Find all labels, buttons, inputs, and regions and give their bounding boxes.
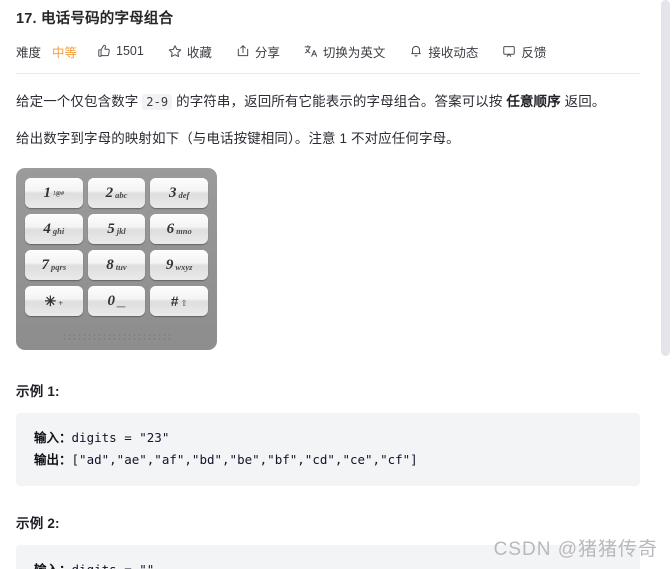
example-1-code-block: 输入：digits = "23" 输出：["ad","ae","af","bd"… <box>16 413 640 486</box>
example-1-input-value: digits = "23" <box>71 430 170 445</box>
key-digit: 2 <box>105 184 114 201</box>
translate-label: 切换为英文 <box>322 45 386 60</box>
key-letters: def <box>178 189 190 200</box>
feedback-button[interactable]: 反馈 <box>502 42 546 61</box>
subscribe-label: 接收动态 <box>428 45 479 60</box>
key-letters: ghi <box>52 225 65 236</box>
key-letters: wxyz <box>175 261 193 272</box>
favorite-label: 收藏 <box>186 45 212 60</box>
desc-p1-mid: 的字符串，返回所有它能表示的字母组合。答案可以按 <box>172 94 507 109</box>
feedback-icon <box>502 44 516 58</box>
keypad-key-0: 0 ＿ <box>87 286 146 316</box>
favorite-button[interactable]: 收藏 <box>168 42 212 61</box>
keypad-key-7: 7 pqrs <box>25 250 83 280</box>
example-1-input-label: 输入： <box>34 431 72 445</box>
keypad-key-9: 9 wxyz <box>150 250 208 280</box>
key-digit: 4 <box>43 220 51 237</box>
share-label: 分享 <box>254 45 280 60</box>
keypad-key-6: 6 mno <box>150 214 208 244</box>
keypad-key-1: 1 !@# <box>25 178 83 208</box>
desc-p1-after: 返回。 <box>560 94 606 109</box>
key-letters: mno <box>176 225 192 236</box>
key-digit: 0 <box>107 292 115 309</box>
difficulty-value: 中等 <box>52 45 78 60</box>
example-2-input-label: 输入： <box>34 563 72 569</box>
vertical-scrollbar-thumb[interactable] <box>661 0 670 356</box>
csdn-watermark: CSDN @猪猪传奇 <box>493 539 658 560</box>
translate-icon <box>304 44 318 58</box>
bell-icon <box>409 44 423 58</box>
like-button[interactable]: 1501 <box>97 44 144 58</box>
key-digit: 3 <box>168 184 177 201</box>
desc-p1-before: 给定一个仅包含数字 <box>16 94 143 109</box>
keypad-illustration: 1 !@# 2 abc 3 def 4 ghi 5 jkl 6 mno 7 pq… <box>16 168 640 350</box>
example-2-title: 示例 2: <box>16 516 60 531</box>
key-digit: 5 <box>107 220 115 237</box>
keypad-key-8: 8 tuv <box>87 250 146 280</box>
key-letters: abc <box>115 189 128 200</box>
subscribe-button[interactable]: 接收动态 <box>409 42 478 61</box>
problem-meta-toolbar: 难度 中等 1501 收藏 分享 切换为英文 接收动态 反馈 <box>16 37 640 65</box>
star-icon <box>168 44 182 58</box>
keypad-key-5: 5 jkl <box>87 214 146 244</box>
example-1-output-label: 输出： <box>34 453 72 467</box>
desc-p1-emphasis: 任意顺序 <box>506 94 561 109</box>
problem-page: 17. 电话号码的字母组合 难度 中等 1501 收藏 分享 切换为英文 接收动… <box>0 0 672 569</box>
key-digit: 9 <box>165 256 174 273</box>
difficulty-badge: 难度 中等 <box>16 42 77 61</box>
phone-keypad: 1 !@# 2 abc 3 def 4 ghi 5 jkl 6 mno 7 pq… <box>16 168 217 350</box>
keypad-key-4: 4 ghi <box>25 214 83 244</box>
keypad-key-2: 2 abc <box>87 178 146 208</box>
key-digit: ✳ <box>44 293 57 309</box>
description-paragraph-2: 给出数字到字母的映射如下（与电话按键相同）。注意 1 不对应任何字母。 <box>16 131 460 146</box>
key-letters: + <box>58 297 64 308</box>
keypad-key-3: 3 def <box>150 178 208 208</box>
key-letters: ＿ <box>116 297 126 308</box>
like-count: 1501 <box>116 44 144 58</box>
difficulty-label: 难度 <box>16 45 42 60</box>
key-digit: 6 <box>166 220 175 237</box>
key-letters: tuv <box>115 261 127 272</box>
key-digit: 8 <box>106 256 114 273</box>
problem-content: 17. 电话号码的字母组合 难度 中等 1501 收藏 分享 切换为英文 接收动… <box>0 0 656 569</box>
key-letters: ⇧ <box>180 297 188 308</box>
thumbs-up-icon <box>97 44 111 58</box>
share-icon <box>236 44 250 58</box>
key-digit: 1 <box>43 184 51 201</box>
vertical-scrollbar-track[interactable] <box>657 0 672 569</box>
key-digit: 7 <box>41 256 50 273</box>
keypad-grid: 1 !@# 2 abc 3 def 4 ghi 5 jkl 6 mno 7 pq… <box>25 178 208 316</box>
translate-button[interactable]: 切换为英文 <box>304 42 386 61</box>
key-digit: # <box>170 293 179 309</box>
keypad-key-star: ✳ + <box>25 286 83 316</box>
feedback-label: 反馈 <box>521 45 547 60</box>
key-letters: !@# <box>52 189 65 197</box>
example-2-input-value: digits = "" <box>72 562 155 569</box>
share-button[interactable]: 分享 <box>236 42 280 61</box>
description-paragraph-1: 给定一个仅包含数字 2-9 的字符串，返回所有它能表示的字母组合。答案可以按 任… <box>16 91 640 113</box>
key-letters: pqrs <box>51 261 67 272</box>
inline-code-digit-range: 2-9 <box>142 94 173 110</box>
key-letters: jkl <box>116 225 126 236</box>
page-title: 17. 电话号码的字母组合 <box>16 11 174 27</box>
header-divider <box>16 73 640 74</box>
speaker-grille <box>61 333 172 342</box>
keypad-key-hash: # ⇧ <box>150 286 208 316</box>
example-1-title: 示例 1: <box>16 384 60 399</box>
example-1-output-value: ["ad","ae","af","bd","be","bf","cd","ce"… <box>71 452 418 467</box>
